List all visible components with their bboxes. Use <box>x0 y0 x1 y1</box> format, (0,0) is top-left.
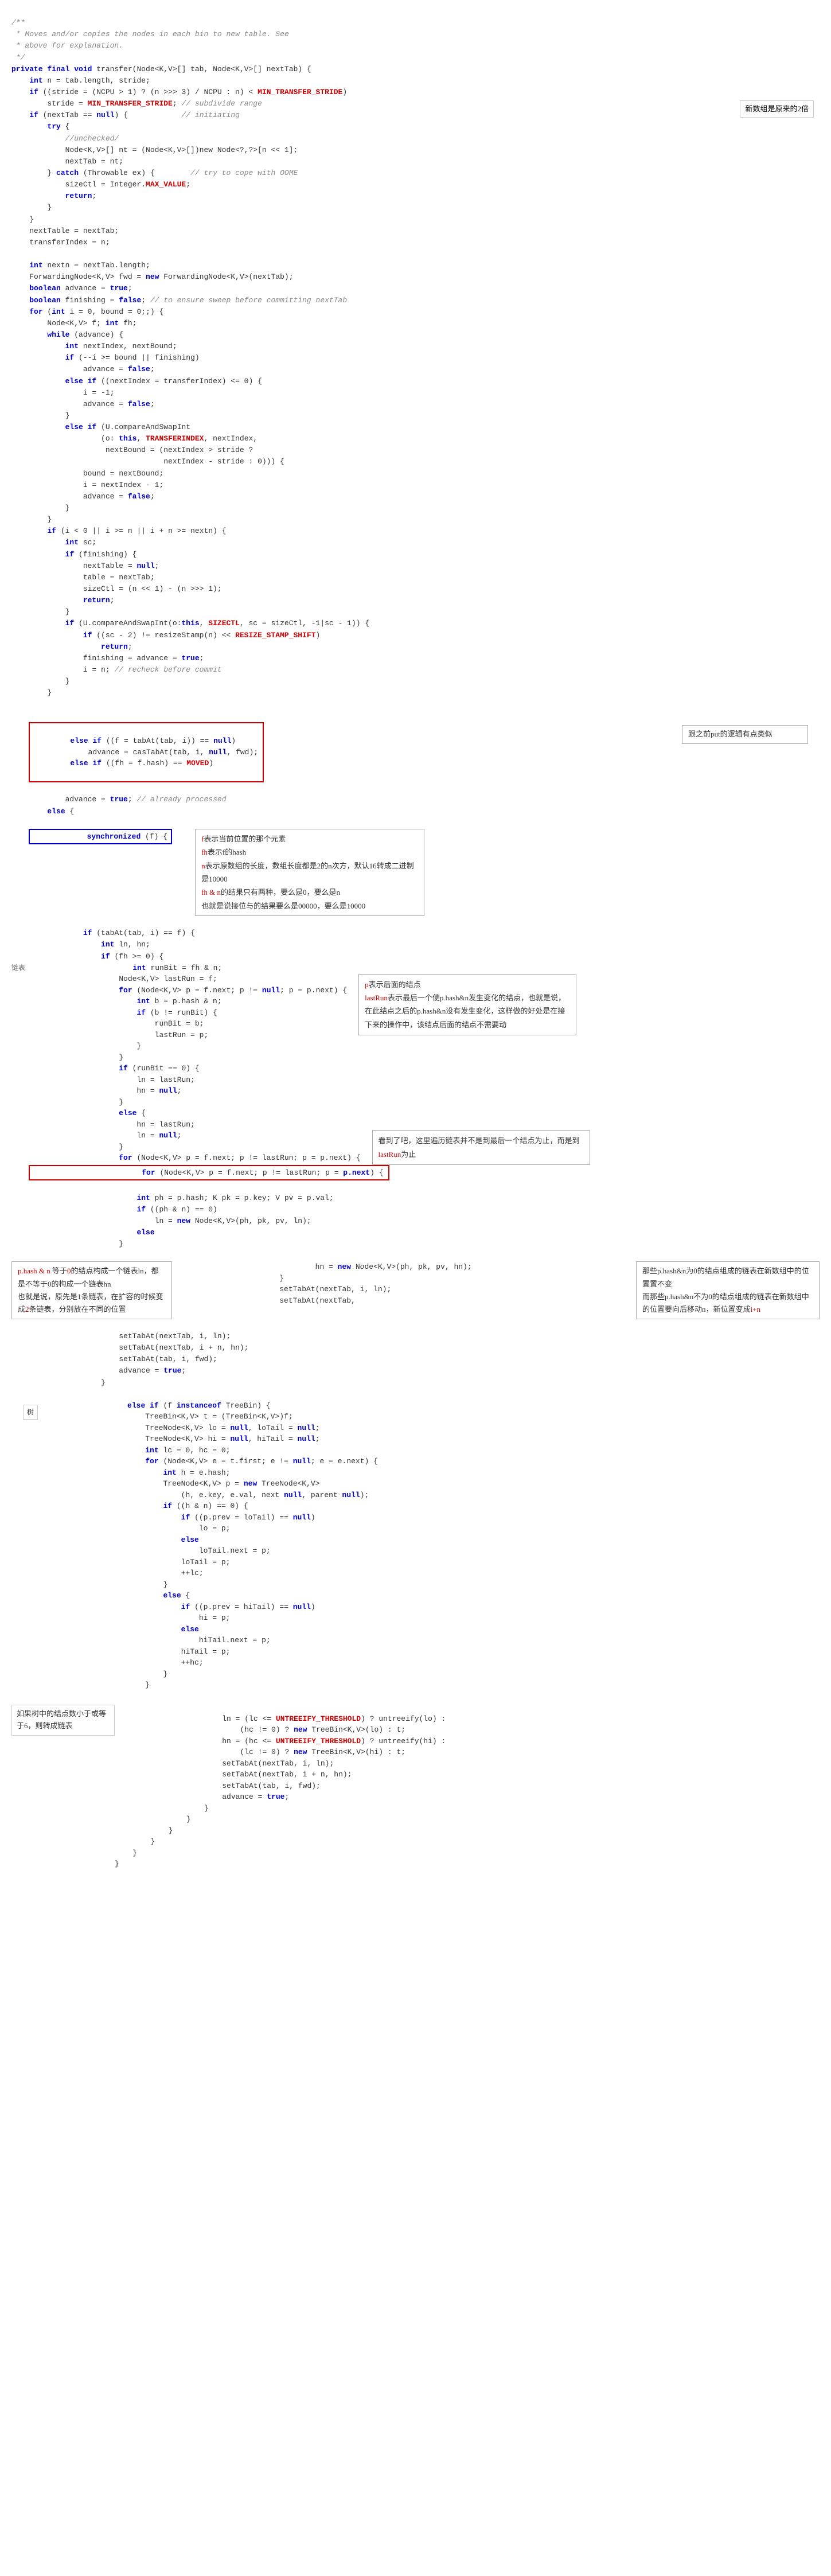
synchronized-block: synchronized (f) { <box>29 829 172 845</box>
ln-code: ln = null; } for (Node<K,V> p = f.next; … <box>11 1130 361 1164</box>
code-block-2: advance = true; // already processed els… <box>11 782 820 829</box>
code-block: /** * Moves and/or copies the nodes in e… <box>11 6 820 722</box>
annotation-for-lastrun: 看到了吧，这里遍历链表并不是到最后一个结点为止，而是到lastRun为止 <box>372 1130 590 1165</box>
left-annotation-phash: p.hash & n 等于0的结点构成一个链表ln，都是不等于0的构成一个链表h… <box>11 1261 172 1319</box>
code-block-5: setTabAt(nextTab, i, ln); setTabAt(nextT… <box>11 1319 820 1400</box>
code-block-3: if (tabAt(tab, i) == f) { int ln, hn; if… <box>11 916 820 962</box>
code-block-4: int ph = p.hash; K pk = p.key; V pv = p.… <box>11 1180 820 1261</box>
right-annotation-phash: 那些p.hash&n为0的结点组成的链表在新数组中的位置置不变 而那些p.has… <box>636 1261 820 1319</box>
treebin-code: else if (f instanceof TreeBin) { TreeBin… <box>38 1400 820 1702</box>
annotation-section-fh: synchronized (f) { f表示当前位置的那个元素 fh表示f的ha… <box>11 829 820 916</box>
page-container: /** * Moves and/or copies the nodes in e… <box>0 0 831 2576</box>
for-loop-red: for (Node<K,V> p = f.next; p != lastRun;… <box>29 1165 389 1181</box>
sync-block-wrapper: synchronized (f) { f表示当前位置的那个元素 fh表示f的ha… <box>29 829 820 916</box>
annotation-f-fh: f表示当前位置的那个元素 fh表示f的hash n表示原数组的长度，数组长度都是… <box>195 829 424 916</box>
annotation-similar-logic: 跟之前put的逻辑有点类似 <box>682 725 808 744</box>
tree-annotation-left: 树 <box>23 1405 38 1420</box>
chain-code: 链表 int runBit = fh & n; Node<K,V> lastRu… <box>11 962 347 1131</box>
redbox-section-1: else if ((f = tabAt(tab, i)) == null) ad… <box>11 722 820 783</box>
phash-code: hn = new Node<K,V>(ph, pk, pv, hn); } se… <box>172 1261 636 1306</box>
phash-annotation-section: p.hash & n 等于0的结点构成一个链表ln，都是不等于0的构成一个链表h… <box>11 1261 820 1319</box>
ln-null-section: ln = null; } for (Node<K,V> p = f.next; … <box>11 1130 820 1165</box>
annotation-untreeify: 如果树中的结点数小于或等于6，则转成链表 <box>11 1705 115 1736</box>
chain-annotation-section: 链表 int runBit = fh & n; Node<K,V> lastRu… <box>11 962 820 1131</box>
untreeify-code: ln = (lc <= UNTREEIFY_THRESHOLD) ? untre… <box>115 1702 820 1881</box>
code-elseif-null: else if ((f = tabAt(tab, i)) == null) ad… <box>29 722 264 783</box>
untreeify-section: 如果树中的结点数小于或等于6，则转成链表 ln = (lc <= UNTREEI… <box>11 1702 820 1881</box>
annotation-2x-array: 新数组是原来的2倍 <box>740 100 814 118</box>
treebin-section: 树 else if (f instanceof TreeBin) { TreeB… <box>11 1400 820 1702</box>
redbox-section-2: for (Node<K,V> p = f.next; p != lastRun;… <box>11 1165 820 1181</box>
annotation-p-lastrun: p表示后面的结点 lastRun表示最后一个使p.hash&n发生变化的结点，也… <box>358 974 576 1036</box>
